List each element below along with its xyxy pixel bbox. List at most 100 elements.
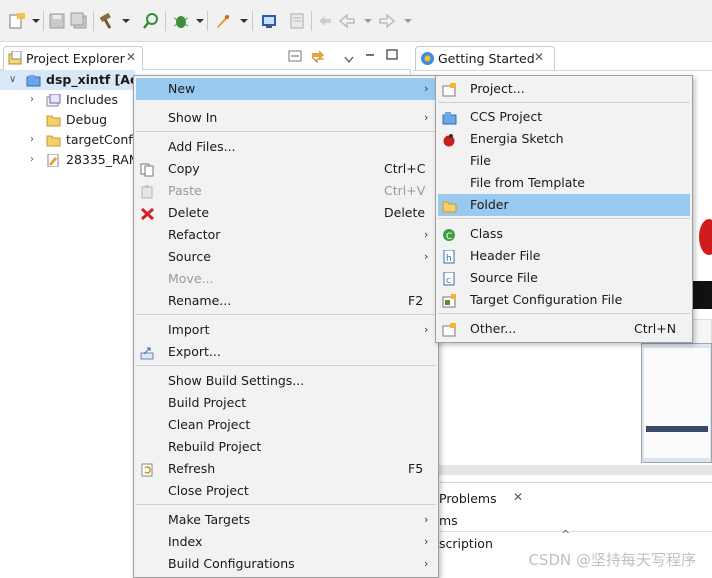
submenu-item-ccs-project[interactable]: CCS Project xyxy=(438,106,690,128)
sort-chevron-icon: ^ xyxy=(561,528,571,541)
maximize-view-icon[interactable] xyxy=(386,48,398,63)
new-project-icon xyxy=(442,82,457,97)
link-editor-icon[interactable] xyxy=(310,48,326,67)
submenu-item-folder[interactable]: Folder xyxy=(438,194,690,216)
view-menu-chevron-icon[interactable] xyxy=(344,52,354,67)
menu-item-import[interactable]: Import › xyxy=(136,319,436,341)
close-icon[interactable]: ✕ xyxy=(126,50,136,64)
menu-item-source[interactable]: Source › xyxy=(136,246,436,268)
class-icon: C xyxy=(442,227,457,242)
last-edit-icon[interactable] xyxy=(316,12,334,30)
tree-item-label: dsp_xintf [Ac xyxy=(46,72,138,87)
view-icon[interactable] xyxy=(288,12,306,30)
menu-item-build-configurations[interactable]: Build Configurations › xyxy=(136,553,436,575)
save-icon[interactable] xyxy=(48,12,66,30)
expand-icon[interactable]: ∨ xyxy=(9,70,16,90)
folder-icon xyxy=(46,113,61,127)
submenu-arrow-icon: › xyxy=(424,513,429,526)
menu-item-delete[interactable]: Delete Delete xyxy=(136,202,436,224)
build-hammer-icon[interactable] xyxy=(98,12,116,30)
menu-item-paste[interactable]: Paste Ctrl+V xyxy=(136,180,436,202)
collapse-icon[interactable]: › xyxy=(30,90,34,110)
tree-item-includes[interactable]: › Includes xyxy=(0,90,135,110)
submenu-item-file-from-template[interactable]: File from Template xyxy=(438,172,690,194)
submenu-arrow-icon: › xyxy=(424,557,429,570)
save-all-icon[interactable] xyxy=(70,12,88,30)
flash-icon[interactable] xyxy=(214,12,232,30)
menu-item-new[interactable]: New › xyxy=(136,78,436,100)
back-icon[interactable] xyxy=(338,12,356,30)
menu-item-rename[interactable]: Rename... F2 xyxy=(136,290,436,312)
paste-icon xyxy=(140,184,155,199)
menu-item-close-project[interactable]: Close Project xyxy=(136,480,436,502)
tab-getting-started-label: Getting Started xyxy=(438,51,535,66)
tab-getting-started[interactable]: Getting Started ✕ xyxy=(415,46,555,70)
minimize-view-icon[interactable] xyxy=(364,48,376,63)
tree-item-project[interactable]: ∨ dsp_xintf [Ac xyxy=(0,70,138,90)
tab-problems-label: Problems xyxy=(439,491,497,506)
submenu-item-energia-sketch[interactable]: Energia Sketch xyxy=(438,128,690,150)
menu-item-refactor[interactable]: Refactor › xyxy=(136,224,436,246)
submenu-item-other[interactable]: Other... Ctrl+N xyxy=(438,318,690,340)
menu-item-index[interactable]: Index › xyxy=(136,531,436,553)
menu-item-move[interactable]: Move... xyxy=(136,268,436,290)
collapse-icon[interactable]: › xyxy=(30,130,34,150)
menu-item-show-in[interactable]: Show In › xyxy=(136,107,436,129)
delete-icon xyxy=(140,206,155,221)
build-dropdown-icon[interactable] xyxy=(122,19,130,23)
menu-item-clean-project[interactable]: Clean Project xyxy=(136,414,436,436)
includes-icon xyxy=(46,93,61,107)
close-icon[interactable]: ✕ xyxy=(513,490,523,504)
submenu-arrow-icon: › xyxy=(424,250,429,263)
svg-text:h: h xyxy=(446,254,452,264)
other-icon xyxy=(442,322,457,337)
tree-item-28335-ram[interactable]: › 28335_RAM xyxy=(0,150,135,170)
description-column-header[interactable]: scription xyxy=(439,536,493,551)
ccs-project-icon xyxy=(442,110,457,125)
menu-item-add-files[interactable]: Add Files... xyxy=(136,136,436,158)
watermark: CSDN @坚持每天写程序 xyxy=(528,551,696,569)
debug-dropdown-icon[interactable] xyxy=(196,19,204,23)
new-folder-icon xyxy=(442,198,457,213)
submenu-item-source-file[interactable]: c Source File xyxy=(438,267,690,289)
forward-icon[interactable] xyxy=(378,12,396,30)
menu-item-show-build-settings[interactable]: Show Build Settings... xyxy=(136,370,436,392)
flash-dropdown-icon[interactable] xyxy=(240,19,248,23)
tab-project-explorer[interactable]: Project Explorer ✕ xyxy=(3,46,143,70)
context-menu: New › Show In › Add Files... Copy Ctrl+C… xyxy=(133,75,439,578)
forward-dropdown-icon[interactable] xyxy=(404,19,412,23)
menu-item-build-project[interactable]: Build Project xyxy=(136,392,436,414)
red-badge-graphic xyxy=(699,219,712,255)
submenu-item-project[interactable]: Project... xyxy=(438,78,690,100)
new-icon[interactable] xyxy=(8,12,26,30)
target-config-icon xyxy=(442,293,457,308)
export-icon xyxy=(140,345,155,360)
svg-text:C: C xyxy=(446,232,452,242)
project-icon xyxy=(26,73,41,87)
source-file-icon: c xyxy=(442,271,457,286)
search-icon[interactable] xyxy=(142,12,160,30)
debug-bug-icon[interactable] xyxy=(172,12,190,30)
tree-item-debug[interactable]: Debug xyxy=(0,110,135,130)
menu-item-export[interactable]: Export... xyxy=(136,341,436,363)
minimize-icon[interactable] xyxy=(288,49,302,66)
back-dropdown-icon[interactable] xyxy=(364,19,372,23)
console-icon[interactable] xyxy=(260,12,278,30)
submenu-item-target-configuration-file[interactable]: Target Configuration File xyxy=(438,289,690,311)
close-icon[interactable]: ✕ xyxy=(534,50,544,64)
scrollbar[interactable] xyxy=(413,465,712,475)
new-dropdown-icon[interactable] xyxy=(32,19,40,23)
menu-item-rebuild-project[interactable]: Rebuild Project xyxy=(136,436,436,458)
submenu-item-file[interactable]: File xyxy=(438,150,690,172)
menu-item-make-targets[interactable]: Make Targets › xyxy=(136,509,436,531)
tree-item-targetconfig[interactable]: › targetConfi xyxy=(0,130,135,150)
submenu-item-header-file[interactable]: h Header File xyxy=(438,245,690,267)
collapse-icon[interactable]: › xyxy=(30,150,34,170)
svg-text:c: c xyxy=(446,276,451,286)
tab-problems[interactable]: Problems ✕ xyxy=(427,487,523,511)
menu-item-refresh[interactable]: Refresh F5 xyxy=(136,458,436,480)
submenu-arrow-icon: › xyxy=(424,535,429,548)
menu-item-copy[interactable]: Copy Ctrl+C xyxy=(136,158,436,180)
energia-icon xyxy=(442,132,457,147)
submenu-item-class[interactable]: C Class xyxy=(438,223,690,245)
